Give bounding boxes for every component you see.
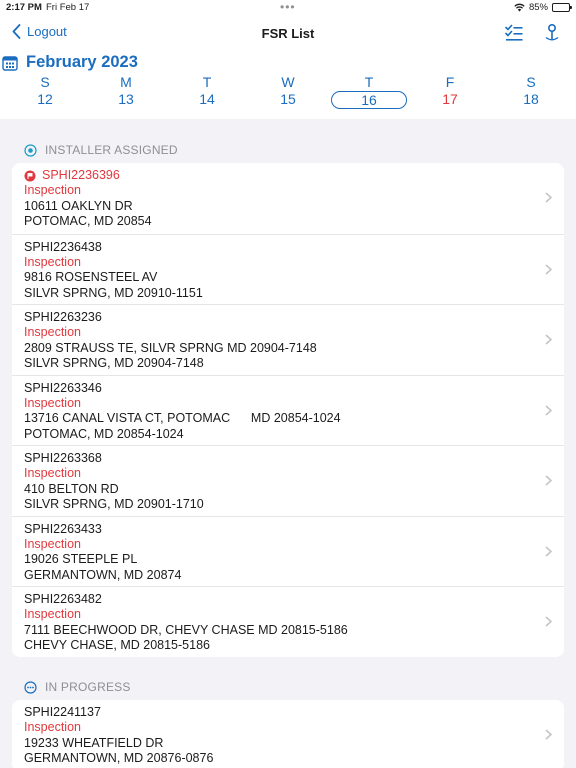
day-number: 18 (523, 91, 539, 107)
week-calendar: February 2023 S 12 M 13 T 14 W 15 T 16 F… (0, 52, 576, 119)
day-of-week: W (281, 74, 295, 90)
chevron-right-icon (545, 192, 552, 203)
address-line-2: GERMANTOWN, MD 20874 (24, 567, 182, 582)
address-line-2: POTOMAC, MD 20854 (24, 214, 152, 228)
calendar-icon[interactable] (2, 55, 18, 71)
section-title: INSTALLER ASSIGNED (45, 143, 178, 157)
installer-assigned-list: SPHI2236396 Inspection 10611 OAKLYN DR P… (12, 163, 564, 657)
day-of-week: T (364, 74, 374, 90)
chevron-right-icon (545, 334, 552, 345)
request-id: SPHI2241137 (24, 705, 101, 719)
list-item[interactable]: SPHI2263236 Inspection 2809 STRAUSS TE, … (12, 304, 564, 375)
address-line-2: CHEVY CHASE, MD 20815-5186 (24, 638, 210, 652)
request-type: Inspection (24, 536, 81, 551)
request-type: Inspection (24, 395, 81, 410)
request-type: Inspection (24, 183, 81, 197)
flag-icon (24, 170, 36, 181)
day-number: 13 (118, 91, 134, 107)
chevron-right-icon (545, 475, 552, 486)
list-item[interactable]: SPHI2241137 Inspection 19233 WHEATFIELD … (12, 700, 564, 768)
chevron-right-icon (545, 616, 552, 627)
battery-icon (552, 3, 572, 12)
map-pin-icon[interactable] (542, 23, 562, 43)
address-line-2: GERMANTOWN, MD 20876-0876 (24, 751, 214, 765)
address-line-1: 7111 BEECHWOOD DR, CHEVY CHASE MD 20815-… (24, 622, 348, 637)
request-id: SPHI2263368 (24, 451, 102, 465)
request-type: Inspection (24, 720, 81, 734)
day-number: 15 (280, 91, 296, 107)
day-mon[interactable]: M 13 (86, 74, 166, 108)
address-line-2: SILVR SPRNG, MD 20910-1151 (24, 285, 203, 300)
request-id: SPHI2236396 (42, 168, 120, 182)
address-line-2: SILVR SPRNG, MD 20901-1710 (24, 497, 204, 511)
chevron-right-icon (545, 545, 552, 557)
day-number: 12 (37, 91, 53, 107)
address-line-1: 410 BELTON RD (24, 481, 119, 496)
address-line-1: 19233 WHEATFIELD DR (24, 735, 164, 750)
day-number: 16 (331, 91, 407, 109)
day-number: 17 (442, 91, 458, 107)
status-time: 2:17 PM (6, 2, 42, 13)
request-id: SPHI2263236 (24, 310, 102, 324)
address-line-1: 13716 CANAL VISTA CT, POTOMAC MD 20854-1… (24, 411, 341, 425)
day-wed[interactable]: W 15 (248, 74, 328, 108)
address-line-1: 2809 STRAUSS TE, SILVR SPRNG MD 20904-71… (24, 340, 317, 355)
chevron-right-icon (545, 263, 552, 275)
battery-percent: 85% (528, 2, 548, 13)
request-type: Inspection (24, 466, 81, 480)
address-line-2: SILVR SPRNG, MD 20904-7148 (24, 356, 204, 370)
section-header-in-progress: IN PROGRESS (24, 680, 131, 694)
ellipsis-circle-icon (24, 680, 37, 694)
list-item[interactable]: SPHI2263433 Inspection 19026 STEEPLE PL … (12, 515, 564, 587)
day-fri-today[interactable]: F 17 (410, 74, 490, 108)
target-icon (24, 143, 37, 157)
day-thu-selected[interactable]: T 16 (329, 74, 409, 109)
day-sat[interactable]: S 18 (491, 74, 571, 108)
month-title: February 2023 (26, 53, 138, 71)
day-tue[interactable]: T 14 (167, 74, 247, 108)
address-line-1: 9816 ROSENSTEEL AV (24, 270, 158, 284)
day-of-week: T (202, 74, 212, 90)
navigation-bar: Logout FSR List (0, 16, 576, 52)
request-id: SPHI2263433 (24, 521, 102, 536)
request-id: SPHI2263346 (24, 380, 102, 395)
day-of-week: F (445, 74, 455, 90)
day-of-week: S (526, 74, 536, 90)
page-title: FSR List (261, 26, 315, 41)
day-sun[interactable]: S 12 (5, 74, 85, 108)
request-type: Inspection (24, 325, 81, 339)
day-number: 14 (199, 91, 215, 107)
month-header: February 2023 (2, 53, 138, 72)
section-header-installer-assigned: INSTALLER ASSIGNED (24, 143, 178, 157)
list-item[interactable]: SPHI2236396 Inspection 10611 OAKLYN DR P… (12, 163, 564, 234)
status-bar: 2:17 PM Fri Feb 17 ••• 85% (0, 0, 576, 16)
in-progress-list: SPHI2241137 Inspection 19233 WHEATFIELD … (12, 700, 564, 768)
address-line-1: 19026 STEEPLE PL (24, 552, 138, 566)
status-date: Fri Feb 17 (46, 2, 90, 13)
list-item[interactable]: SPHI2236438 Inspection 9816 ROSENSTEEL A… (12, 233, 564, 305)
day-of-week: M (120, 74, 132, 90)
request-type: Inspection (24, 254, 81, 269)
day-of-week: S (40, 74, 50, 90)
chevron-right-icon (545, 729, 552, 740)
request-type: Inspection (24, 607, 81, 621)
multitasking-dots-icon[interactable]: ••• (280, 0, 296, 14)
list-item[interactable]: SPHI2263346 Inspection 13716 CANAL VISTA… (12, 374, 564, 446)
address-line-2: POTOMAC, MD 20854-1024 (24, 426, 184, 441)
section-title: IN PROGRESS (45, 680, 131, 694)
list-item[interactable]: SPHI2263368 Inspection 410 BELTON RD SIL… (12, 445, 564, 516)
chevron-right-icon (545, 404, 552, 416)
week-strip: S 12 M 13 T 14 W 15 T 16 F 17 S 18 (0, 74, 576, 114)
wifi-icon (514, 3, 525, 12)
request-id: SPHI2236438 (24, 239, 102, 254)
list-item[interactable]: SPHI2263482 Inspection 7111 BEECHWOOD DR… (12, 586, 564, 657)
request-id: SPHI2263482 (24, 592, 102, 606)
checklist-icon[interactable] (504, 23, 524, 43)
address-line-1: 10611 OAKLYN DR (24, 198, 133, 213)
status-right: 85% (514, 2, 572, 13)
